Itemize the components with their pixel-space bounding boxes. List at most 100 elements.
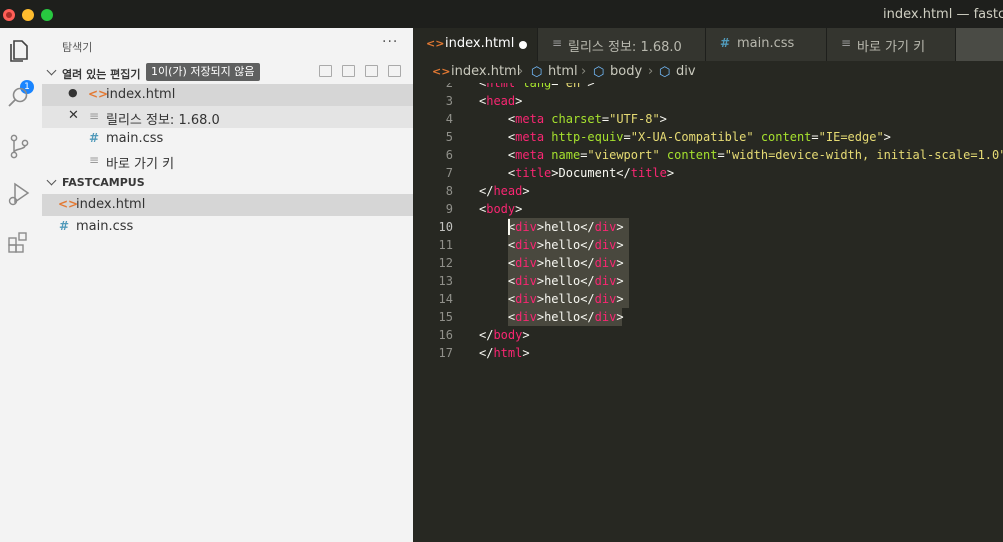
breadcrumb-item[interactable]: html	[548, 64, 578, 79]
tab-label: 바로 가기 키	[857, 40, 926, 55]
tab-bar-filler	[956, 28, 1003, 61]
minimize-window-button[interactable]	[22, 9, 34, 21]
more-actions-button[interactable]: ···	[382, 34, 398, 50]
code-text: <div>hello</div>	[507, 238, 624, 252]
open-editors-header[interactable]: 열려 있는 편집기 1이(가) 저장되지 않음	[42, 62, 413, 84]
code-line[interactable]: 2 <html lang="en">	[413, 83, 1003, 92]
code-text: <meta http-equiv="X-UA-Compatible" conte…	[507, 130, 891, 144]
debug-icon[interactable]	[5, 180, 33, 208]
code-text: <meta charset="UTF-8">	[507, 112, 667, 126]
tab-keyboard-shortcuts[interactable]: ≡ 바로 가기 키	[827, 28, 956, 61]
code-editor[interactable]: 2 <html lang="en"> 3 <head> 4 <meta charset=…	[413, 83, 1003, 542]
chevron-right-icon: ›	[581, 64, 587, 79]
file-tree-item[interactable]: <> index.html	[42, 194, 413, 216]
preview-file-icon: ≡	[841, 36, 852, 50]
extensions-icon[interactable]	[5, 228, 33, 256]
dirty-dot-icon[interactable]	[519, 41, 527, 49]
collapse-icon[interactable]	[388, 65, 401, 77]
open-editor-item[interactable]: ● <> index.html	[42, 84, 413, 106]
save-all-icon[interactable]	[342, 65, 355, 77]
breadcrumb-file[interactable]: index.html	[451, 64, 520, 79]
code-line[interactable]: 11 <div>hello</div>	[413, 236, 1003, 254]
chevron-down-icon	[46, 175, 57, 186]
workspace-header[interactable]: FASTCAMPUS	[42, 172, 413, 194]
code-text: <title>Document</title>	[507, 166, 675, 180]
open-editor-item[interactable]: # main.css	[42, 128, 413, 150]
code-text: <div>hello</div>	[507, 256, 624, 270]
breadcrumb-item[interactable]: div	[676, 64, 696, 79]
code-line[interactable]: 6 <meta name="viewport" content="width=d…	[413, 146, 1003, 164]
editor-tab-bar: <> index.html ≡ 릴리스 정보: 1.68.0 # main.cs…	[413, 28, 1003, 61]
code-line[interactable]: 14 <div>hello</div>	[413, 290, 1003, 308]
code-line[interactable]: 10 <div>hello</div>	[413, 218, 1003, 236]
tab-index-html[interactable]: <> index.html	[413, 28, 538, 61]
search-icon[interactable]	[5, 84, 33, 112]
code-line[interactable]: 9 <body>	[413, 200, 1003, 218]
source-control-icon[interactable]	[5, 132, 33, 160]
code-line[interactable]: 17 </html>	[413, 344, 1003, 362]
preview-file-icon: ≡	[89, 153, 100, 167]
code-text: <head>	[479, 94, 523, 108]
tab-label: index.html	[445, 36, 515, 51]
line-number: 14	[438, 292, 453, 306]
chevron-down-icon	[46, 65, 57, 76]
html-file-icon: <>	[432, 65, 451, 78]
open-editor-label: 바로 가기 키	[106, 157, 175, 172]
code-text: </head>	[479, 184, 530, 198]
code-line[interactable]: 4 <meta charset="UTF-8">	[413, 110, 1003, 128]
code-line[interactable]: 15 <div>hello</div>	[413, 308, 1003, 326]
code-line[interactable]: 13 <div>hello</div>	[413, 272, 1003, 290]
cube-icon: ⬡	[531, 65, 543, 80]
close-window-button[interactable]	[3, 9, 15, 21]
line-number: 7	[445, 166, 453, 180]
line-number: 12	[438, 256, 453, 270]
new-file-icon[interactable]	[319, 65, 332, 77]
tab-label: main.css	[737, 36, 795, 51]
explorer-title: 탐색기	[62, 41, 93, 54]
cube-icon: ⬡	[593, 65, 605, 80]
close-all-icon[interactable]	[365, 65, 378, 77]
code-line[interactable]: 8 </head>	[413, 182, 1003, 200]
zoom-window-button[interactable]	[41, 9, 53, 21]
text-cursor	[508, 219, 510, 235]
css-file-icon: #	[89, 131, 100, 145]
window-title: index.html — fastcamp	[883, 7, 1003, 22]
file-tree-label: main.css	[76, 219, 134, 234]
preview-file-icon: ≡	[89, 109, 100, 123]
code-text: <div>hello</div>	[507, 220, 624, 234]
tab-main-css[interactable]: # main.css	[706, 28, 827, 61]
file-tree-label: index.html	[76, 197, 146, 212]
title-bar: index.html — fastcamp	[0, 0, 1003, 28]
chevron-right-icon: ›	[518, 64, 524, 79]
open-editor-label: main.css	[106, 131, 164, 146]
unsaved-badge: 1이(가) 저장되지 않음	[146, 63, 260, 81]
dirty-dot-icon[interactable]: ●	[68, 86, 78, 99]
files-icon[interactable]	[5, 36, 33, 64]
code-text: <meta name="viewport" content="width=dev…	[507, 148, 1003, 162]
chevron-right-icon: ›	[648, 64, 654, 79]
tab-release-notes[interactable]: ≡ 릴리스 정보: 1.68.0	[538, 28, 706, 61]
line-number: 15	[438, 310, 453, 324]
code-line[interactable]: 7 <title>Document</title>	[413, 164, 1003, 182]
workspace-label: FASTCAMPUS	[62, 176, 145, 189]
code-line[interactable]: 12 <div>hello</div>	[413, 254, 1003, 272]
line-number: 17	[438, 346, 453, 360]
line-number: 13	[438, 274, 453, 288]
explorer-sidebar: 탐색기 ··· 열려 있는 편집기 1이(가) 저장되지 않음 ● <> ind…	[42, 28, 413, 542]
line-number: 6	[445, 148, 453, 162]
code-text: <div>hello</div>	[507, 274, 624, 288]
preview-file-icon: ≡	[552, 36, 563, 50]
code-line[interactable]: 3 <head>	[413, 92, 1003, 110]
code-line[interactable]: 16 </body>	[413, 326, 1003, 344]
line-number: 2	[445, 83, 453, 90]
activity-bar: 1	[0, 28, 42, 542]
line-number: 9	[445, 202, 453, 216]
breadcrumb-item[interactable]: body	[610, 64, 642, 79]
open-editor-item[interactable]: ≡ 바로 가기 키	[42, 150, 413, 172]
code-line[interactable]: 5 <meta http-equiv="X-UA-Compatible" con…	[413, 128, 1003, 146]
open-editors-actions	[319, 65, 411, 80]
close-icon[interactable]: ✕	[68, 108, 79, 123]
open-editor-item[interactable]: ✕ ≡ 릴리스 정보: 1.68.0	[42, 106, 413, 128]
line-number: 5	[445, 130, 453, 144]
file-tree-item[interactable]: # main.css	[42, 216, 413, 238]
